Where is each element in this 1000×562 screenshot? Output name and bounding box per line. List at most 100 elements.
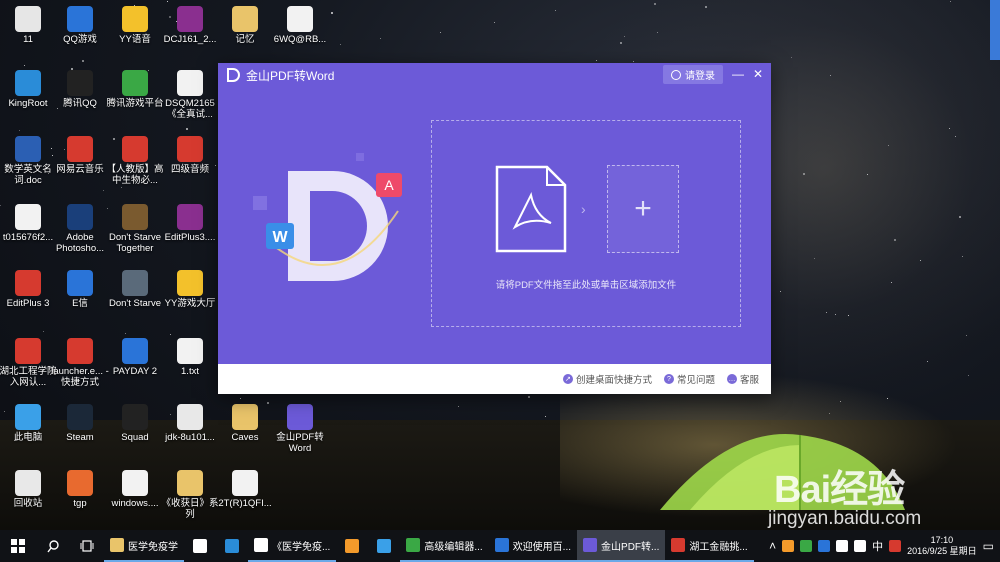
desktop-icon[interactable]: 1.txt (159, 338, 221, 377)
taskbar-item[interactable]: 医学免疫学 (104, 530, 184, 562)
volume-icon[interactable] (854, 540, 867, 552)
desktop-icon-label: 【人教版】高中生物必... (106, 164, 164, 186)
desktop-icon[interactable]: QQ游戏 (49, 6, 111, 45)
taskbar-item[interactable] (184, 530, 216, 562)
taskbar-item[interactable]: 湖工金融挑... (665, 530, 754, 562)
sogou-icon[interactable] (889, 540, 902, 552)
desktop-icon[interactable]: DSQM2165 《全真试... (159, 70, 221, 120)
taskbar-item[interactable]: 高级编辑器... (400, 530, 489, 562)
ime-indicator[interactable]: 中 (872, 538, 883, 554)
start-button[interactable] (0, 530, 36, 562)
desktop-icon[interactable]: E信 (49, 270, 111, 309)
window-footer: ↗ 创建桌面快捷方式 ? 常见问题 … 客服 (218, 364, 771, 394)
taskbar-item[interactable] (336, 530, 368, 562)
audio-icon (177, 136, 203, 162)
desktop-icon-label: 1.txt (181, 366, 199, 377)
desktop-icon[interactable]: 腾讯游戏平台 (104, 70, 166, 109)
service-label: 客服 (739, 375, 759, 386)
taskbar-item[interactable]: 金山PDF转... (577, 530, 666, 562)
desktop-icon[interactable]: 网易云音乐 (49, 136, 111, 175)
watermark-brand: Bai经验 (774, 469, 905, 511)
desktop-icon[interactable]: jdk-8u101... (159, 404, 221, 443)
desktop-icon[interactable]: 腾讯QQ (49, 70, 111, 109)
star (167, 1, 169, 3)
desktop-icon[interactable]: Don't Starve (104, 270, 166, 309)
desktop-icon[interactable]: 【人教版】高中生物必... (104, 136, 166, 186)
taskbar-item[interactable] (216, 530, 248, 562)
desktop-icon[interactable]: Caves (214, 404, 276, 443)
desktop-icon-label: E信 (72, 298, 88, 309)
desktop-icon[interactable]: Adobe Photosho... (49, 204, 111, 254)
desktop-icon[interactable]: 2T(R)1QFI... (214, 470, 276, 509)
user-icon (671, 69, 681, 80)
taskbar-item[interactable]: 欢迎使用百... (488, 530, 578, 562)
desktop-icon-label: Don't Starve (109, 298, 161, 309)
desktop-icon-label: 网易云音乐 (56, 164, 104, 175)
side-link-icon[interactable] (990, 0, 1000, 60)
network-icon (15, 338, 41, 364)
taskbar-item-label: 湖工金融挑... (689, 541, 748, 553)
word-doc-icon (15, 136, 41, 162)
desktop-icon[interactable]: windows.... (104, 470, 166, 509)
tray-app-icon[interactable] (782, 540, 795, 552)
desktop-icon-label: 腾讯QQ (63, 98, 97, 109)
taskbar-tasks: 医学免疫学 《医学免疫... 高级编辑器... 欢迎使用百... 金山PDF转... 湖工… (104, 530, 754, 562)
star (186, 127, 189, 130)
desktop-icon[interactable]: Steam (49, 404, 111, 443)
desktop-icon-label: DCJ161_2... (163, 34, 217, 45)
desktop-icon-label: 2T(R)1QFI... (218, 498, 272, 509)
shield-icon[interactable] (818, 540, 831, 552)
desktop-icon[interactable]: Don't Starve Together (104, 204, 166, 254)
network-icon[interactable] (836, 540, 849, 552)
chevron-up-icon[interactable]: ˄ (769, 539, 776, 553)
editplus-icon (15, 270, 41, 296)
desktop-icon[interactable]: EditPlus3.... (159, 204, 221, 243)
minimize-button[interactable]: — (731, 67, 745, 81)
desktop-icon-label: windows.... (111, 498, 159, 509)
desktop-icon[interactable]: 金山PDF转Word (269, 404, 331, 454)
desktop-icon[interactable]: YY游戏大厅 (159, 270, 221, 309)
desktop-icon[interactable]: PAYDAY 2 (104, 338, 166, 377)
folder-icon (177, 470, 203, 496)
file-drop-zone[interactable]: › + 请将PDF文件拖至此处或单击区域添加文件 (431, 120, 741, 327)
tray-app-icon[interactable] (800, 540, 813, 552)
desktop-icon-label: Adobe Photosho... (55, 232, 105, 254)
task-view-button[interactable] (70, 530, 104, 562)
close-button[interactable]: ✕ (751, 67, 765, 81)
photoshop-icon (67, 204, 93, 230)
kingsoft-pdf-icon (227, 68, 240, 82)
desktop-icon-label: PAYDAY 2 (112, 366, 158, 377)
image-file-icon (15, 204, 41, 230)
desktop-icon[interactable]: 6WQ@RB... (269, 6, 331, 45)
desktop-icon-label: KingRoot (8, 98, 48, 109)
star (24, 64, 26, 66)
jdk-icon (177, 404, 203, 430)
star (240, 398, 242, 400)
desktop-icon[interactable]: launcher.e... - 快捷方式 (49, 338, 111, 388)
taskbar-item[interactable]: 《医学免疫... (248, 530, 337, 562)
desktop-icon[interactable]: YY语音 (104, 6, 166, 45)
star (554, 10, 556, 12)
search-button[interactable] (36, 530, 70, 562)
squad-icon (122, 404, 148, 430)
folder-icon (232, 6, 258, 32)
desktop-icon[interactable]: tgp (49, 470, 111, 509)
svg-text:A: A (384, 177, 394, 193)
clock[interactable]: 17:10 2016/9/25 星期日 (907, 535, 977, 557)
create-shortcut-link[interactable]: ↗ 创建桌面快捷方式 (562, 372, 652, 386)
desktop-icon[interactable]: 《收获日》系列 (159, 470, 221, 520)
desktop-icon[interactable]: 记忆 (214, 6, 276, 45)
search-icon (46, 539, 59, 552)
desktop-icon[interactable]: 四级音频 (159, 136, 221, 175)
login-button[interactable]: 请登录 (663, 65, 723, 84)
drop-hint: 请将PDF文件拖至此处或单击区域添加文件 (495, 280, 677, 291)
taskbar-item[interactable] (368, 530, 400, 562)
desktop-icon[interactable]: DCJ161_2... (159, 6, 221, 45)
tencent-game-icon (122, 70, 148, 96)
customer-service-link[interactable]: … 客服 (726, 372, 759, 386)
desktop-icon[interactable]: Squad (104, 404, 166, 443)
notification-icon[interactable]: ▭ (983, 539, 994, 553)
pdf-file-icon (122, 136, 148, 162)
faq-link[interactable]: ? 常见问题 (663, 372, 715, 386)
add-file-button[interactable]: + (607, 165, 679, 253)
